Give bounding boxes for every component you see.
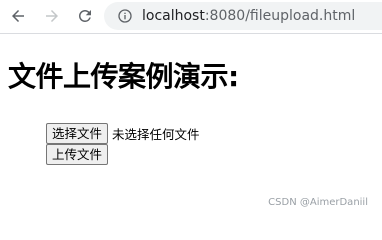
choose-file-button[interactable]: 选择文件 xyxy=(46,123,109,144)
file-input-row: 选择文件 未选择任何文件 xyxy=(46,123,200,144)
upload-button[interactable]: 上传文件 xyxy=(46,144,109,165)
reload-button[interactable] xyxy=(74,5,96,27)
url-path: :8080/fileupload.html xyxy=(204,8,356,24)
info-icon[interactable] xyxy=(116,7,134,25)
arrow-left-icon xyxy=(12,10,24,22)
page-title: 文件上传案例演示: xyxy=(8,60,239,93)
no-file-chosen-text: 未选择任何文件 xyxy=(112,127,200,142)
arrow-right-icon xyxy=(46,10,58,22)
url-host: localhost xyxy=(142,8,205,24)
browser-toolbar: localhost:8080/fileupload.html xyxy=(0,0,382,34)
watermark: CSDN @AimerDaniil xyxy=(268,197,368,208)
browser-window: localhost:8080/fileupload.html 文件上传案例演示:… xyxy=(0,0,382,218)
back-button[interactable] xyxy=(7,5,29,27)
reload-icon xyxy=(79,9,91,22)
forward-button[interactable] xyxy=(41,5,63,27)
submit-row: 上传文件 xyxy=(46,144,109,165)
page-content: 文件上传案例演示: 选择文件 未选择任何文件 上传文件 CSDN @AimerD… xyxy=(0,34,382,218)
url-text[interactable]: localhost:8080/fileupload.html xyxy=(142,8,355,24)
address-bar[interactable]: localhost:8080/fileupload.html xyxy=(104,2,382,30)
